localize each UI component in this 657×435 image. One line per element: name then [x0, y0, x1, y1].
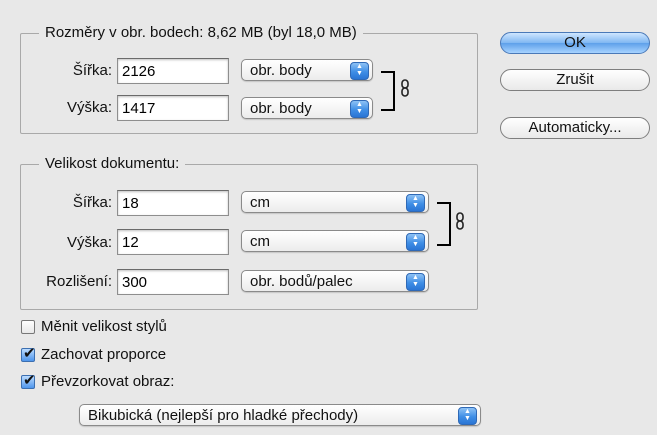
doc-height-unit-select[interactable]: cm ▲ ▼: [241, 230, 429, 252]
chain-link-icon: [456, 212, 464, 230]
resample-method-select[interactable]: Bikubická (nejlepší pro hladké přechody)…: [79, 404, 481, 426]
up-down-arrows-icon: ▲ ▼: [350, 62, 369, 80]
doc-height-input[interactable]: [117, 229, 229, 255]
pixel-width-unit-select[interactable]: obr. body ▲ ▼: [241, 59, 373, 81]
pixel-link-bracket: [381, 71, 395, 111]
resample-label: Převzorkovat obraz:: [41, 373, 175, 390]
resample-checkbox[interactable]: ✔: [21, 372, 36, 389]
scale-styles-checkbox[interactable]: [21, 320, 35, 334]
pixel-height-unit-select[interactable]: obr. body ▲ ▼: [241, 97, 373, 119]
cancel-button[interactable]: Zrušit: [500, 69, 650, 91]
up-down-arrows-icon: ▲ ▼: [406, 233, 425, 251]
up-down-arrows-icon: ▲ ▼: [406, 194, 425, 212]
pixel-width-input[interactable]: [117, 58, 229, 84]
constrain-proportions-checkbox[interactable]: ✔: [21, 345, 36, 362]
pixel-dimensions-title: Rozměry v obr. bodech: 8,62 MB (byl 18,0…: [39, 24, 363, 42]
ok-button[interactable]: OK: [500, 32, 650, 54]
scale-styles-label: Měnit velikost stylů: [41, 318, 167, 335]
resolution-unit-label: obr. bodů/palec: [250, 273, 353, 290]
pixel-height-input[interactable]: [117, 95, 229, 121]
check-mark-icon: ✔: [23, 372, 36, 389]
doc-width-label: Šířka:: [72, 194, 112, 211]
auto-button[interactable]: Automaticky...: [500, 117, 650, 139]
doc-height-label: Výška:: [66, 234, 112, 251]
resolution-label: Rozlišení:: [46, 273, 112, 290]
document-size-title: Velikost dokumentu:: [39, 155, 186, 173]
resolution-input[interactable]: [117, 269, 229, 295]
doc-width-unit-label: cm: [250, 194, 270, 211]
doc-height-unit-label: cm: [250, 233, 270, 250]
up-down-arrows-icon: ▲ ▼: [406, 273, 425, 291]
pixel-width-unit-label: obr. body: [250, 62, 312, 79]
resample-method-label: Bikubická (nejlepší pro hladké přechody): [88, 407, 359, 424]
pixel-height-unit-label: obr. body: [250, 100, 312, 117]
doc-link-bracket: [437, 202, 451, 246]
pixel-height-label: Výška:: [66, 99, 112, 116]
up-down-arrows-icon: ▲ ▼: [458, 407, 477, 425]
pixel-width-label: Šířka:: [72, 62, 112, 79]
check-mark-icon: ✔: [23, 345, 36, 362]
constrain-proportions-label: Zachovat proporce: [41, 346, 167, 363]
doc-width-input[interactable]: [117, 190, 229, 216]
doc-width-unit-select[interactable]: cm ▲ ▼: [241, 191, 429, 213]
resolution-unit-select[interactable]: obr. bodů/palec ▲ ▼: [241, 270, 429, 292]
chain-link-icon: [401, 79, 409, 97]
up-down-arrows-icon: ▲ ▼: [350, 100, 369, 118]
